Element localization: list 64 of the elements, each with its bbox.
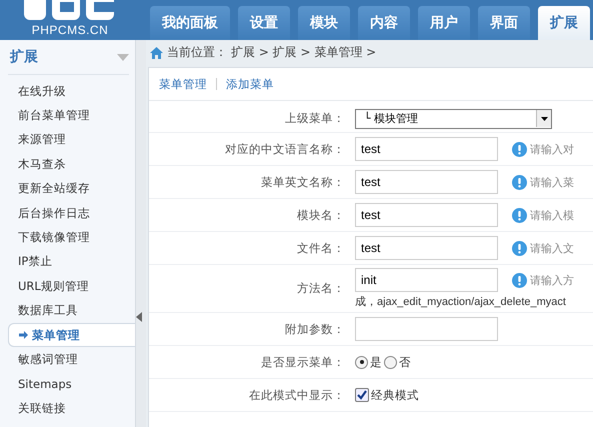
field-label: 上级菜单： — [284, 111, 346, 126]
sidebar-item[interactable]: 敏感词管理 — [8, 347, 135, 372]
field-label: 是否显示菜单： — [260, 354, 346, 370]
info-icon — [512, 142, 527, 156]
info-icon — [512, 208, 527, 222]
logo-text: PHPCMS.CN — [32, 23, 108, 37]
note-text: 成，ajax_edit_myaction/ajax_delete_myact — [355, 295, 567, 309]
radio-button[interactable] — [384, 356, 397, 368]
nav-tab[interactable]: 内容 — [358, 6, 410, 40]
menu-link[interactable]: 菜单管理 — [159, 76, 207, 92]
sidebar-item[interactable]: 木马查杀 — [8, 152, 135, 177]
caret-icon[interactable] — [117, 54, 129, 60]
radio-label[interactable]: 是 — [370, 354, 382, 370]
nav-tab[interactable]: 设置 — [238, 6, 290, 40]
sidebar-item[interactable]: 前台菜单管理 — [8, 103, 135, 128]
field-label: 在此模式中显示： — [248, 388, 346, 402]
breadcrumb-path: 扩展 > 扩展 > 菜单管理 > — [231, 44, 376, 61]
sidebar-title: 扩展 — [10, 48, 38, 66]
hint-text: 请输入对 — [530, 142, 574, 156]
hint-text: 请输入模 — [530, 208, 574, 222]
sidebar-item[interactable]: IP禁止 — [8, 250, 135, 274]
breadcrumb-label: 当前位置： — [167, 44, 227, 61]
arrow-icon — [19, 331, 28, 340]
field-label: 方法名： — [296, 281, 346, 296]
info-icon — [512, 240, 527, 256]
field-label: 文件名： — [296, 240, 346, 256]
dropdown-icon — [540, 116, 548, 120]
nav-tab[interactable]: 扩展 — [538, 6, 590, 40]
sidebar-item[interactable]: 数据库工具 — [8, 298, 135, 323]
info-icon — [512, 174, 527, 190]
sidebar-item[interactable]: 来源管理 — [8, 128, 135, 152]
field-label: 菜单英文名称： — [260, 174, 346, 190]
sidebar-item[interactable]: 在线升级 — [8, 79, 135, 104]
sidebar-item[interactable]: 更新全站缓存 — [8, 176, 135, 201]
hint-text: 请输入方 — [530, 272, 574, 288]
input-field[interactable]: test — [355, 170, 498, 194]
nav-tab[interactable]: 界面 — [478, 6, 530, 40]
info-icon — [512, 272, 527, 288]
field-label: 模块名： — [296, 208, 346, 222]
sidebar-item[interactable]: URL规则管理 — [8, 274, 135, 299]
input-field[interactable]: test — [355, 203, 498, 227]
input-field[interactable] — [355, 317, 498, 341]
menu-link[interactable]: 添加菜单 — [226, 76, 274, 92]
input-field[interactable]: test — [355, 137, 498, 161]
sidebar-item[interactable]: 下载镜像管理 — [8, 225, 135, 250]
input-field[interactable]: test — [355, 236, 498, 260]
checkbox[interactable] — [355, 388, 369, 402]
hint-text: 请输入菜 — [530, 174, 574, 190]
field-label: 对应的中文语言名称： — [224, 142, 346, 156]
radio-label[interactable]: 否 — [399, 354, 411, 370]
hint-text: 请输入文 — [530, 240, 574, 256]
sidebar-item[interactable]: 关联链接 — [8, 396, 135, 420]
nav-tab[interactable]: 模块 — [298, 6, 350, 40]
sidebar-item[interactable]: 菜单管理 — [8, 322, 135, 348]
nav-tab[interactable]: 我的面板 — [150, 6, 230, 40]
home-icon[interactable] — [150, 46, 163, 58]
nav-tab[interactable]: 用户 — [418, 6, 470, 40]
radio-button[interactable] — [355, 356, 368, 368]
parent-menu-select[interactable]: └ 模块管理 — [355, 108, 552, 128]
checkbox-label[interactable]: 经典模式 — [371, 388, 419, 402]
sidebar-item[interactable]: 后台操作日志 — [8, 200, 135, 226]
sidebar-item[interactable]: Sitemaps — [8, 372, 135, 396]
field-label: 附加参数： — [284, 322, 346, 336]
input-field[interactable]: init — [355, 268, 498, 292]
